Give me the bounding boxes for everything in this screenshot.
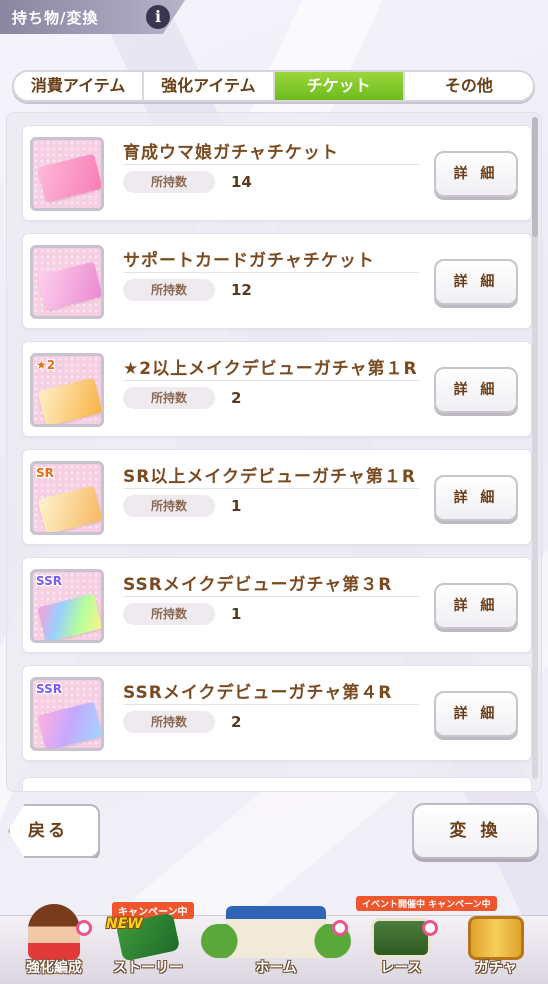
character-icon [28, 904, 80, 960]
divider [123, 380, 419, 381]
list-item: ★2 ★2以上メイクデビューガチャ第１R 所持数 2 詳 細 [22, 341, 532, 437]
quantity-value: 12 [231, 281, 252, 299]
ticket-list[interactable]: 育成ウマ娘ガチャチケット 所持数 14 詳 細 サポートカードガチャチケット 所… [6, 112, 542, 792]
divider [123, 704, 419, 705]
notification-dot [422, 920, 438, 936]
exchange-button[interactable]: 変 換 [412, 803, 539, 859]
nav-race[interactable]: イベント開催中 キャンペーン中 レース [356, 896, 497, 984]
notification-dot [332, 920, 348, 936]
nav-story[interactable]: キャンペーン中 NEW ストーリー [100, 902, 196, 984]
ticket-tag: SR [36, 466, 54, 480]
list-item: サポートカードガチャチケット 所持数 12 詳 細 [22, 233, 532, 329]
ticket-image: SSR [30, 677, 104, 751]
back-label: 戻る [28, 821, 68, 841]
item-name: SSRメイクデビューガチャ第４R [123, 683, 393, 703]
quantity-label: 所持数 [123, 171, 215, 193]
list-item: SR SR以上メイクデビューガチャ第１R 所持数 1 詳 細 [22, 449, 532, 545]
scrollbar[interactable] [532, 117, 538, 779]
divider [123, 488, 419, 489]
quantity-label: 所持数 [123, 387, 215, 409]
list-item: SSR SSRメイクデビューガチャ第４R 所持数 2 詳 細 [22, 665, 532, 761]
bottom-nav: 強化編成 キャンペーン中 NEW ストーリー ホーム イベント開催中 キャンペー… [0, 896, 548, 984]
tab-consumables[interactable]: 消費アイテム [14, 72, 145, 100]
new-badge: NEW [106, 916, 143, 932]
nav-label: レース [380, 960, 422, 976]
nav-gacha[interactable]: ガチャ [448, 916, 544, 984]
event-badge: イベント開催中 キャンペーン中 [356, 896, 497, 911]
notification-dot [76, 920, 92, 936]
ticket-image: SR [30, 461, 104, 535]
detail-button[interactable]: 詳 細 [434, 475, 518, 521]
info-icon[interactable]: i [146, 5, 170, 29]
detail-button[interactable]: 詳 細 [434, 691, 518, 737]
item-name: SSRメイクデビューガチャ第３R [123, 575, 393, 595]
tab-tickets[interactable]: チケット [274, 72, 405, 100]
item-name: 育成ウマ娘ガチャチケット [123, 143, 339, 163]
divider [123, 596, 419, 597]
quantity-label: 所持数 [123, 711, 215, 733]
quantity-value: 2 [231, 713, 242, 731]
page-title: 持ち物/変換 [12, 9, 99, 27]
ticket-tag: ★2 [36, 358, 56, 372]
quantity-value: 1 [231, 497, 242, 515]
divider [123, 164, 419, 165]
quantity-value: 14 [231, 173, 252, 191]
quantity-value: 2 [231, 389, 242, 407]
tab-other[interactable]: その他 [405, 72, 533, 100]
list-item: 育成ウマ娘ガチャチケット 所持数 14 詳 細 [22, 125, 532, 221]
ticket-image: SSR [30, 569, 104, 643]
item-name: SR以上メイクデビューガチャ第１R [123, 467, 416, 487]
list-item: SSR SSRメイクデビューガチャ第３R 所持数 1 詳 細 [22, 557, 532, 653]
item-name: サポートカードガチャチケット [123, 251, 375, 271]
nav-label: ホーム [255, 960, 297, 976]
detail-button[interactable]: 詳 細 [434, 583, 518, 629]
nav-label: ストーリー [113, 960, 183, 976]
detail-button[interactable]: 詳 細 [434, 259, 518, 305]
tree-icon [201, 924, 351, 958]
quantity-label: 所持数 [123, 279, 215, 301]
quantity-value: 1 [231, 605, 242, 623]
list-item-partial [22, 777, 532, 791]
ticket-image [30, 137, 104, 211]
tab-enhancement-items[interactable]: 強化アイテム [144, 72, 275, 100]
nav-label: ガチャ [475, 960, 517, 976]
category-tabs: 消費アイテム 強化アイテム チケット その他 [12, 70, 535, 102]
detail-button[interactable]: 詳 細 [434, 151, 518, 197]
ticket-image: ★2 [30, 353, 104, 427]
item-name: ★2以上メイクデビューガチャ第１R [123, 359, 418, 379]
ticket-tag: SSR [36, 682, 62, 696]
quantity-label: 所持数 [123, 603, 215, 625]
nav-label: 強化編成 [26, 960, 82, 976]
detail-button[interactable]: 詳 細 [434, 367, 518, 413]
divider [123, 272, 419, 273]
nav-enhance-formation[interactable]: 強化編成 [8, 904, 100, 984]
ticket-image [30, 245, 104, 319]
quantity-label: 所持数 [123, 495, 215, 517]
ticket-tag: SSR [36, 574, 62, 588]
scrollbar-thumb[interactable] [532, 117, 538, 237]
gacha-door-icon [468, 916, 524, 960]
nav-home[interactable]: ホーム [196, 906, 356, 984]
